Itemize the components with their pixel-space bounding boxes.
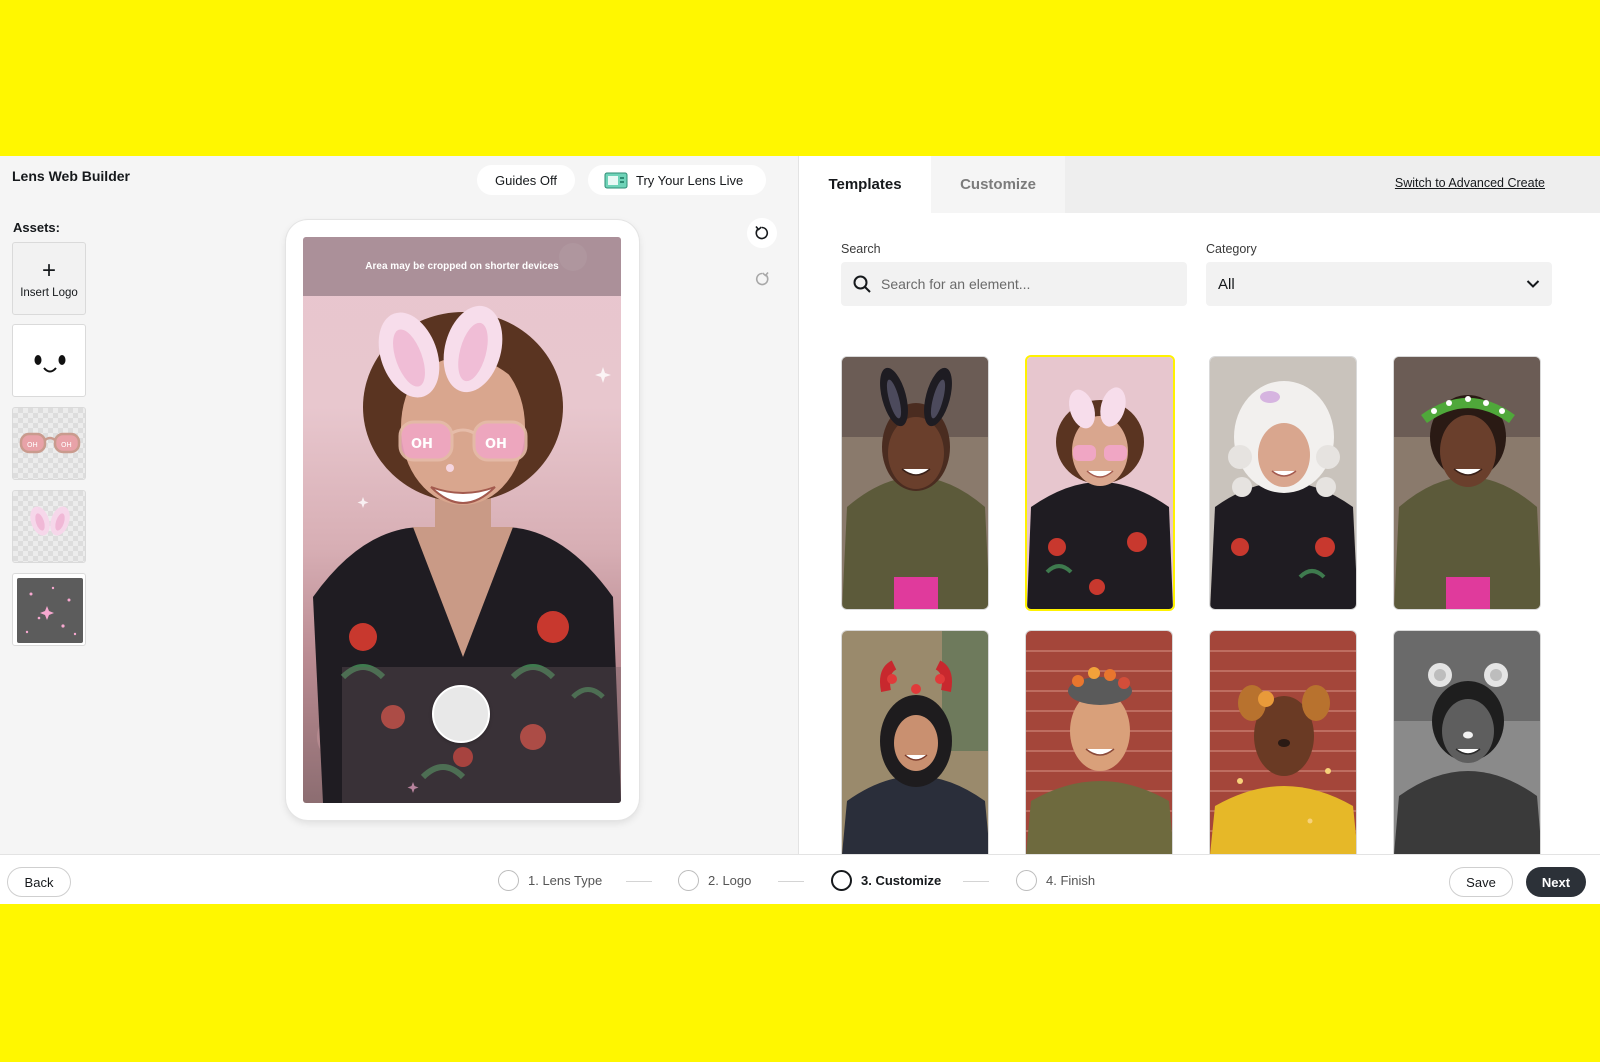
undo-button[interactable]: [747, 218, 777, 248]
step-label: 4. Finish: [1046, 873, 1096, 888]
step-label: 1. Lens Type: [528, 873, 603, 888]
app-title: Lens Web Builder: [12, 168, 130, 184]
template-thumbnail: [1026, 631, 1172, 854]
tab-customize[interactable]: Customize: [931, 156, 1065, 213]
template-bear-ears-bw[interactable]: [1393, 630, 1541, 854]
template-autumn-flower-crown[interactable]: [1025, 630, 1173, 854]
step-finish[interactable]: 4. Finish: [1016, 870, 1095, 891]
search-input[interactable]: [881, 276, 1171, 292]
template-pink-bunny-ears[interactable]: [1025, 355, 1175, 611]
svg-text:OH: OH: [27, 441, 38, 449]
glasses-icon: OH OH: [19, 432, 81, 454]
template-flower-crown[interactable]: [1393, 356, 1541, 610]
template-thumbnail: [1027, 357, 1173, 609]
step-label: 2. Logo: [708, 873, 752, 888]
step-logo[interactable]: 2. Logo: [678, 870, 751, 891]
face-icon: [34, 355, 66, 373]
step-indicator: [1016, 870, 1037, 891]
chevron-down-icon: [1526, 280, 1540, 288]
lens-preview-screen: OH OH Area may be cropped on shorter dev…: [303, 237, 621, 803]
try-lens-live-button[interactable]: Try Your Lens Live: [588, 165, 766, 195]
back-button[interactable]: Back: [7, 867, 71, 897]
search-icon: [853, 275, 871, 293]
asset-sparkles[interactable]: [12, 573, 86, 646]
template-thumbnail: [1394, 357, 1540, 609]
step-lens-type[interactable]: 1. Lens Type: [498, 870, 602, 891]
tab-bar: Templates Customize Switch to Advanced C…: [799, 156, 1600, 213]
insert-logo-label: Insert Logo: [20, 286, 78, 299]
tab-templates[interactable]: Templates: [799, 156, 931, 213]
lens-web-builder-window: Lens Web Builder Assets: + Insert Logo O…: [0, 156, 1600, 904]
svg-text:OH: OH: [485, 437, 507, 452]
step-separator: [626, 881, 652, 882]
step-indicator: [498, 870, 519, 891]
next-button[interactable]: Next: [1526, 867, 1586, 897]
template-thumbnail: [1210, 357, 1356, 609]
plus-icon: +: [41, 256, 56, 284]
step-indicator: [678, 870, 699, 891]
template-red-flower-horns[interactable]: [841, 630, 989, 854]
asset-glasses[interactable]: OH OH: [12, 407, 86, 480]
switch-to-advanced-create-link[interactable]: Switch to Advanced Create: [1395, 176, 1545, 190]
redo-button[interactable]: [747, 264, 777, 294]
template-thumbnail: [1210, 631, 1356, 854]
template-white-wig[interactable]: [1209, 356, 1357, 610]
phone-preview: OH OH Area may be cropped on shorter dev…: [286, 220, 639, 820]
template-dark-bunny-ears[interactable]: [841, 356, 989, 610]
save-button[interactable]: Save: [1449, 867, 1513, 897]
template-thumbnail: [842, 357, 988, 609]
insert-logo-button[interactable]: + Insert Logo: [12, 242, 86, 315]
bunny-ears-icon: [30, 506, 70, 536]
builder-area: Lens Web Builder Assets: + Insert Logo O…: [0, 156, 798, 854]
step-customize[interactable]: 3. Customize: [831, 870, 941, 891]
category-value: All: [1218, 275, 1235, 293]
sparkles-icon: [17, 578, 83, 643]
redo-icon: [755, 271, 769, 286]
assets-label: Assets:: [13, 220, 60, 235]
asset-face[interactable]: [12, 324, 86, 397]
svg-text:OH: OH: [61, 441, 72, 449]
crop-notice-band: Area may be cropped on shorter devices: [303, 237, 621, 296]
category-select[interactable]: All: [1206, 262, 1552, 306]
step-indicator-active: [831, 870, 852, 891]
shutter-button[interactable]: [432, 685, 490, 743]
step-separator: [963, 881, 989, 882]
footer-bar: Back 1. Lens Type 2. Logo 3. Customize 4…: [0, 854, 1600, 904]
tv-icon: [604, 172, 628, 189]
guides-toggle-button[interactable]: Guides Off: [477, 165, 575, 195]
category-label: Category: [1206, 242, 1257, 256]
template-thumbnail: [842, 631, 988, 854]
template-thumbnail: [1394, 631, 1540, 854]
asset-bunny-ears[interactable]: [12, 490, 86, 563]
step-separator: [778, 881, 804, 882]
try-lens-live-label: Try Your Lens Live: [636, 172, 744, 188]
svg-text:OH: OH: [411, 437, 433, 452]
search-label: Search: [841, 242, 881, 256]
search-field[interactable]: [841, 262, 1187, 306]
template-panel: Templates Customize Switch to Advanced C…: [798, 156, 1600, 854]
undo-icon: [755, 225, 769, 240]
template-dog-ears[interactable]: [1209, 630, 1357, 854]
step-label: 3. Customize: [861, 873, 942, 888]
